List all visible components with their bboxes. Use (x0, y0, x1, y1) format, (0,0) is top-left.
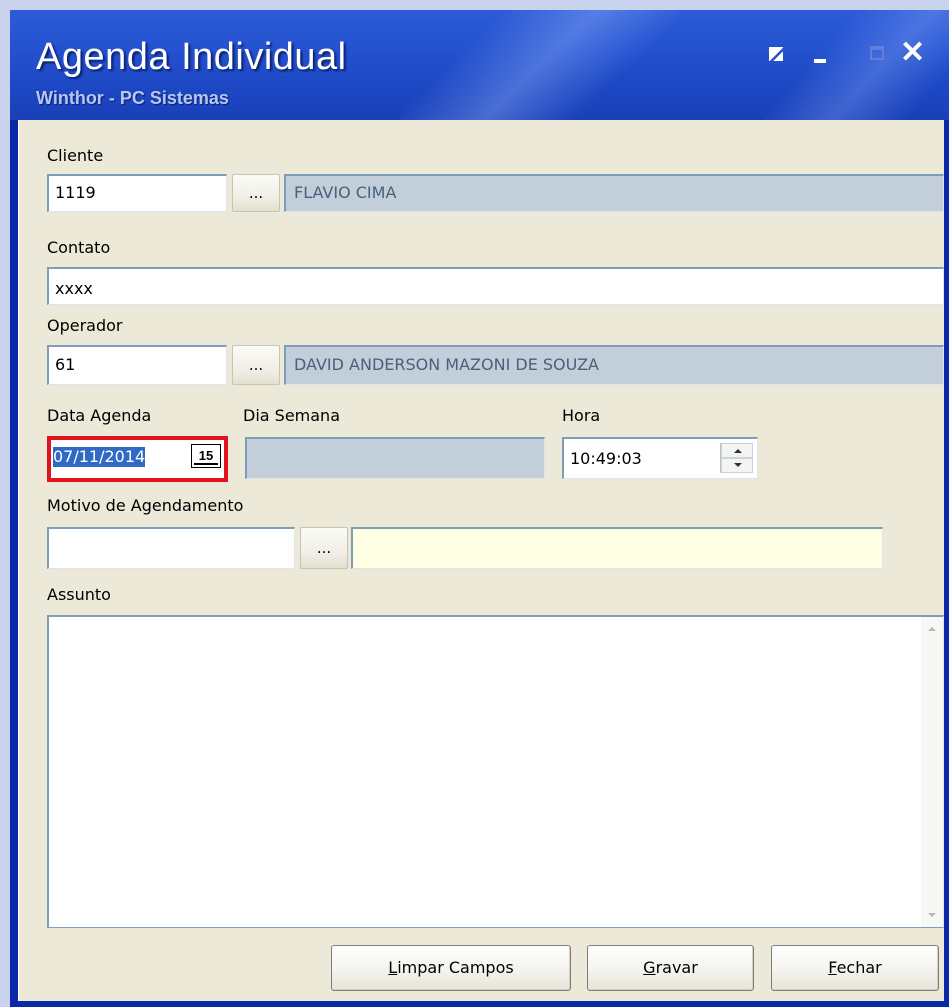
cliente-label: Cliente (47, 146, 104, 165)
motivo-label: Motivo de Agendamento (47, 496, 244, 515)
limpar-campos-button[interactable]: Limpar Campos (331, 945, 571, 991)
operador-name-field: DAVID ANDERSON MAZONI DE SOUZA (284, 345, 944, 385)
assunto-label: Assunto (47, 585, 111, 604)
hora-label: Hora (562, 406, 601, 425)
maximize-icon[interactable] (868, 44, 890, 66)
assunto-scrollbar[interactable] (921, 617, 943, 927)
gravar-button[interactable]: Gravar (587, 945, 754, 991)
restore-icon[interactable] (766, 44, 788, 66)
operador-code-input[interactable]: 61 (47, 345, 227, 385)
motivo-description-field (351, 527, 883, 569)
hora-value: 10:49:03 (570, 449, 642, 468)
assunto-textarea[interactable] (47, 615, 944, 928)
window-title: Agenda Individual (36, 36, 347, 78)
contato-input[interactable]: xxxx (47, 267, 944, 305)
close-icon[interactable]: ✕ (900, 38, 925, 68)
data-agenda-label: Data Agenda (47, 406, 152, 425)
operador-lookup-button[interactable]: ... (232, 345, 280, 385)
spin-down-icon[interactable] (721, 458, 753, 473)
fechar-button[interactable]: Fechar (771, 945, 939, 991)
contato-label: Contato (47, 238, 111, 257)
hora-input[interactable]: 10:49:03 (562, 437, 758, 479)
data-agenda-highlight-frame (47, 436, 228, 482)
motivo-code-input[interactable] (47, 527, 295, 569)
minimize-icon[interactable] (810, 44, 832, 66)
motivo-lookup-button[interactable]: ... (300, 527, 348, 569)
window-subtitle: Winthor - PC Sistemas (36, 88, 229, 108)
scroll-up-icon[interactable] (921, 617, 943, 639)
title-bar[interactable]: Agenda Individual Winthor - PC Sistemas … (10, 10, 949, 120)
spin-up-icon[interactable] (721, 443, 753, 458)
form-body: Cliente 1119 ... FLAVIO CIMA Contato xxx… (18, 120, 944, 1001)
scroll-down-icon[interactable] (921, 905, 943, 927)
dia-semana-label: Dia Semana (243, 406, 340, 425)
dia-semana-field (245, 437, 545, 479)
hora-spinner[interactable] (720, 443, 753, 473)
operador-label: Operador (47, 316, 123, 335)
cliente-name-field: FLAVIO CIMA (284, 174, 944, 212)
cliente-code-input[interactable]: 1119 (47, 174, 227, 212)
agenda-individual-window: Agenda Individual Winthor - PC Sistemas … (10, 10, 949, 1007)
cliente-lookup-button[interactable]: ... (232, 174, 280, 212)
